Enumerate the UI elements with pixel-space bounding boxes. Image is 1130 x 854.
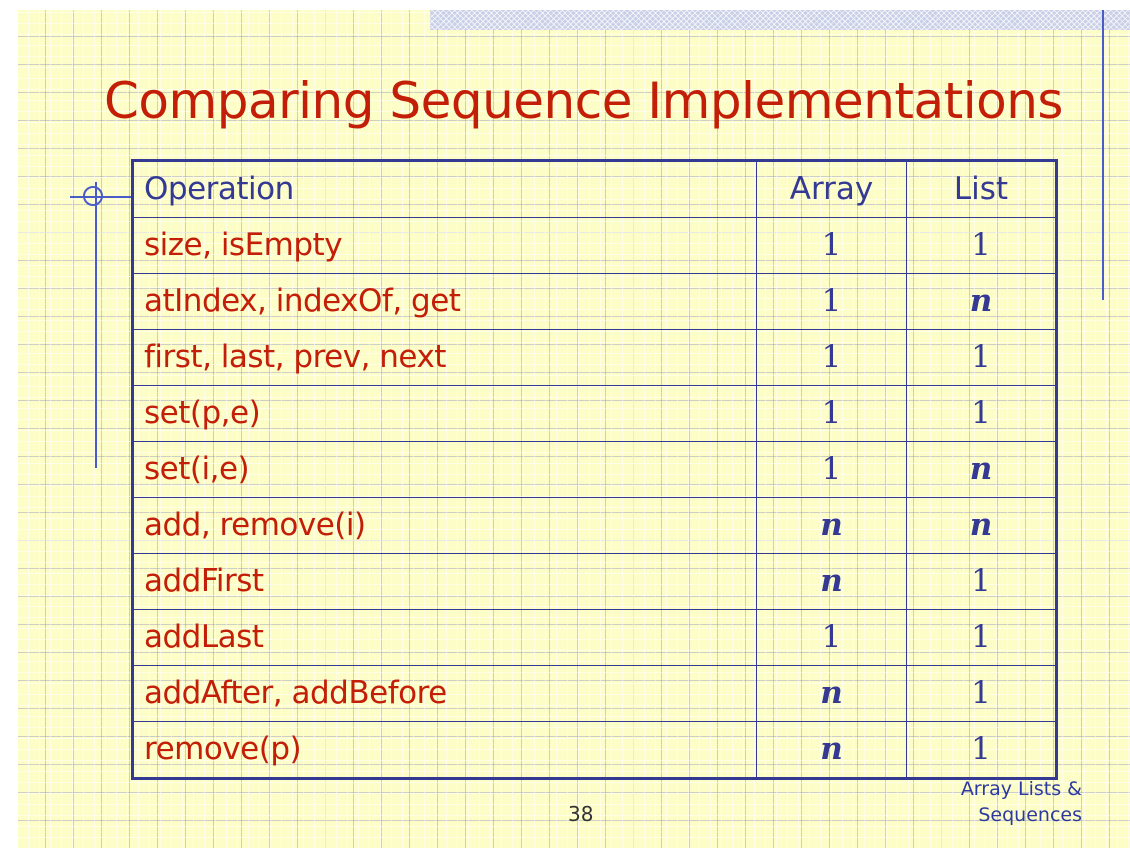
decorative-circle-icon (83, 186, 103, 206)
header-list: List (906, 160, 1057, 218)
array-complexity-cell: 1 (756, 273, 907, 330)
header-operation: Operation (132, 160, 757, 218)
operation-cell: atIndex, indexOf, get (132, 273, 757, 330)
list-complexity-cell: 1 (906, 553, 1057, 610)
table-row: set(p,e) 1 1 (132, 385, 1057, 442)
array-complexity-cell: 1 (756, 441, 907, 498)
footer-caption: Array Lists & Sequences (961, 776, 1082, 828)
table-body: size, isEmpty 1 1 atIndex, indexOf, get 1 n fi… (132, 217, 1057, 779)
table-row: add, remove(i) n n (132, 497, 1057, 554)
list-complexity-cell: 1 (906, 217, 1057, 274)
decorative-left-line (95, 182, 97, 468)
array-complexity-cell: 1 (756, 329, 907, 386)
operation-cell: addLast (132, 609, 757, 666)
operation-cell: set(i,e) (132, 441, 757, 498)
list-complexity-cell: 1 (906, 721, 1057, 779)
array-complexity-cell: n (756, 553, 907, 610)
array-complexity-cell: 1 (756, 609, 907, 666)
table-header-row: Operation Array List (132, 160, 1057, 218)
table-row: addLast 1 1 (132, 609, 1057, 666)
footer-line-1: Array Lists & (960, 778, 1082, 800)
array-complexity-cell: n (756, 497, 907, 554)
list-complexity-cell: 1 (906, 665, 1057, 722)
operation-cell: size, isEmpty (132, 217, 757, 274)
table-row: addAfter, addBefore n 1 (132, 665, 1057, 722)
decorative-top-band (430, 10, 1130, 30)
list-complexity-cell: n (906, 441, 1057, 498)
table-row: first, last, prev, next 1 1 (132, 329, 1057, 386)
table-row: size, isEmpty 1 1 (132, 217, 1057, 274)
operation-cell: set(p,e) (132, 385, 757, 442)
operation-cell: addAfter, addBefore (132, 665, 757, 722)
operation-cell: first, last, prev, next (132, 329, 757, 386)
operation-cell: addFirst (132, 553, 757, 610)
comparison-table: Operation Array List size, isEmpty 1 1 atIn… (131, 159, 1058, 780)
decorative-right-line (1102, 10, 1104, 300)
table-row: remove(p) n 1 (132, 721, 1057, 779)
list-complexity-cell: 1 (906, 329, 1057, 386)
array-complexity-cell: n (756, 665, 907, 722)
operation-cell: add, remove(i) (132, 497, 757, 554)
page-number: 38 (568, 802, 594, 826)
slide-title: Comparing Sequence Implementations (104, 72, 1063, 130)
table-row: set(i,e) 1 n (132, 441, 1057, 498)
array-complexity-cell: 1 (756, 217, 907, 274)
list-complexity-cell: n (906, 497, 1057, 554)
operation-cell: remove(p) (132, 721, 757, 779)
table-row: atIndex, indexOf, get 1 n (132, 273, 1057, 330)
header-array: Array (756, 160, 907, 218)
slide: Comparing Sequence Implementations Opera… (18, 10, 1130, 848)
list-complexity-cell: n (906, 273, 1057, 330)
array-complexity-cell: n (756, 721, 907, 779)
list-complexity-cell: 1 (906, 385, 1057, 442)
list-complexity-cell: 1 (906, 609, 1057, 666)
table-row: addFirst n 1 (132, 553, 1057, 610)
array-complexity-cell: 1 (756, 385, 907, 442)
footer-line-2: Sequences (978, 804, 1082, 826)
